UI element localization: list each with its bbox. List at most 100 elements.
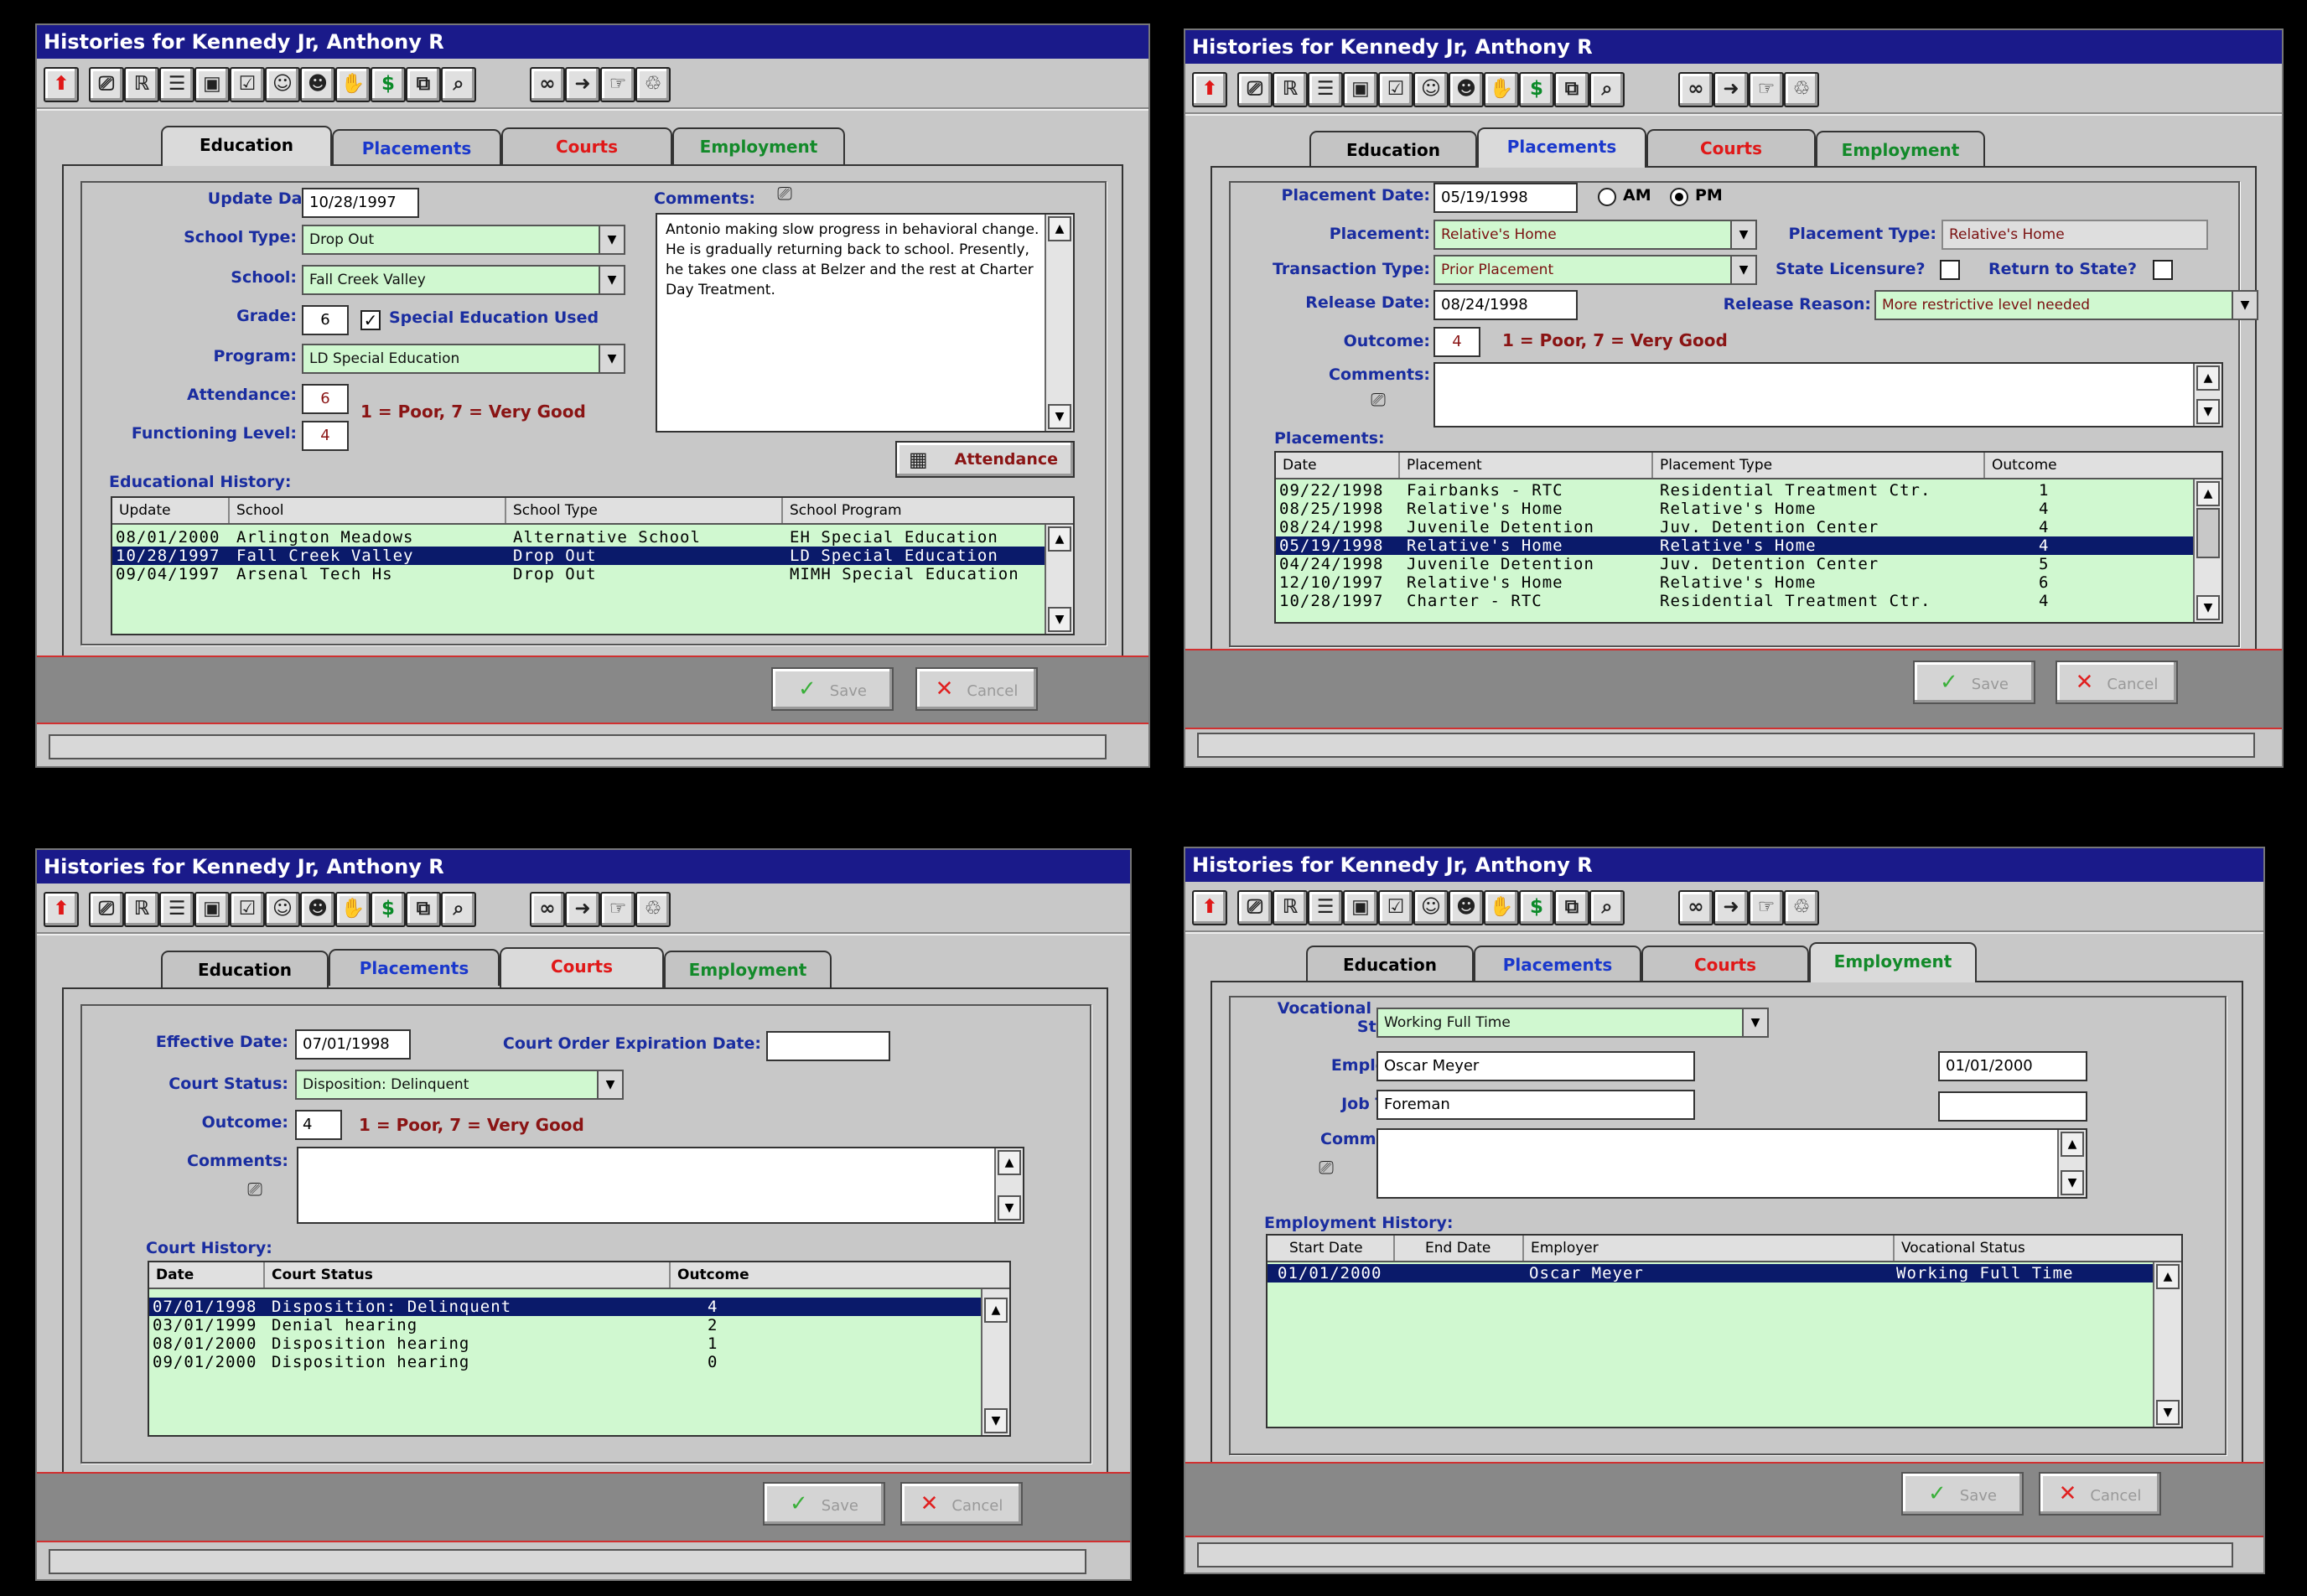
tab-courts[interactable]: Courts	[1641, 946, 1809, 982]
educational-history-table[interactable]: Update School School Type School Program…	[111, 496, 1075, 635]
scroll-down-icon[interactable]: ▼	[2196, 595, 2220, 620]
functioning-level-field[interactable]: 4	[302, 421, 349, 451]
trash-icon[interactable]: ♲	[1784, 72, 1819, 107]
tab-education[interactable]: Education	[1306, 946, 1474, 982]
page-arrow-icon[interactable]: ➜	[1713, 72, 1749, 107]
trash-icon[interactable]: ♲	[1784, 890, 1819, 925]
outcome-field[interactable]: 4	[295, 1110, 342, 1140]
table-scrollbar[interactable]: ▲ ▼	[2193, 479, 2221, 622]
table-row[interactable]: 08/24/1998 Juvenile Detention Juv. Detenti…	[1276, 518, 2193, 536]
state-licensure-checkbox[interactable]	[1940, 260, 1960, 280]
family-icon[interactable]: ☺	[265, 67, 300, 102]
handshake-icon[interactable]: ✋	[335, 67, 371, 102]
copy-icon[interactable]: ⧉	[1554, 890, 1589, 925]
column-header-outcome[interactable]: Outcome	[671, 1262, 1009, 1288]
preview-icon[interactable]: ⌕	[441, 67, 476, 102]
attendance-button[interactable]: ▦ Attendance	[895, 441, 1075, 478]
comments-scrollbar[interactable]: ▲ ▼	[1045, 215, 1073, 431]
folder-icon[interactable]: ▣	[1343, 72, 1378, 107]
save-button[interactable]: ✓ Save	[1913, 661, 2035, 704]
outcome-field[interactable]: 4	[1433, 327, 1480, 357]
tab-placements[interactable]: Placements	[1474, 946, 1641, 982]
save-button[interactable]: ✓ Save	[771, 667, 894, 711]
scroll-down-icon[interactable]: ▼	[984, 1408, 1008, 1433]
school-select[interactable]: Fall Creek Valley ▼	[302, 265, 625, 295]
users-icon[interactable]: ☻	[300, 892, 335, 927]
family-icon[interactable]: ☺	[1413, 890, 1449, 925]
dollar-icon[interactable]: $	[371, 892, 406, 927]
chevron-down-icon[interactable]: ▼	[597, 1071, 622, 1098]
scroll-down-icon[interactable]: ▼	[2156, 1400, 2180, 1425]
binoculars-icon[interactable]: ∞	[1678, 72, 1713, 107]
column-header-school[interactable]: School	[230, 498, 506, 523]
note-icon[interactable]: ⎚	[243, 1180, 267, 1202]
ir-form-icon[interactable]: ℝ	[124, 892, 159, 927]
table-row[interactable]: 09/04/1997 Arsenal Tech Hs Drop Out MIMH Sp…	[112, 565, 1045, 583]
pm-radio[interactable]	[1670, 188, 1688, 206]
start-date-field[interactable]: 01/01/2000	[1938, 1051, 2087, 1081]
scroll-down-icon[interactable]: ▼	[1048, 607, 1071, 632]
copy-icon[interactable]: ⧉	[406, 892, 441, 927]
scroll-up-icon[interactable]: ▲	[2156, 1264, 2180, 1289]
binoculars-icon[interactable]: ∞	[1678, 890, 1713, 925]
column-header-end-date[interactable]: End Date	[1395, 1236, 1524, 1261]
return-to-state-checkbox[interactable]	[2153, 260, 2173, 280]
save-button[interactable]: ✓ Save	[763, 1482, 885, 1526]
binoculars-icon[interactable]: ∞	[530, 67, 565, 102]
note-icon[interactable]: ⎚	[1237, 72, 1273, 107]
pointing-hand-icon[interactable]: ☞	[1749, 890, 1784, 925]
table-row[interactable]: 09/01/2000 Disposition hearing 0	[149, 1353, 981, 1371]
chevron-down-icon[interactable]: ▼	[1730, 256, 1755, 283]
table-scrollbar[interactable]: ▲ ▼	[2153, 1262, 2181, 1427]
table-row[interactable]: 09/22/1998 Fairbanks - RTC Residential Tre…	[1276, 481, 2193, 500]
comments-textarea[interactable]: Antonio making slow progress in behavior…	[656, 213, 1075, 433]
copy-icon[interactable]: ⧉	[406, 67, 441, 102]
page-arrow-icon[interactable]: ➜	[565, 892, 600, 927]
table-row-selected[interactable]: 07/01/1998 Disposition: Delinquent 4	[149, 1298, 981, 1316]
pointing-hand-icon[interactable]: ☞	[1749, 72, 1784, 107]
table-scrollbar[interactable]: ▲ ▼	[981, 1289, 1009, 1435]
comments-scrollbar[interactable]: ▲ ▼	[994, 1148, 1023, 1222]
transaction-type-select[interactable]: Prior Placement ▼	[1433, 255, 1757, 285]
up-arrow-icon[interactable]: ⬆	[1192, 890, 1227, 925]
table-row[interactable]: 04/24/1998 Juvenile Detention Juv. Detenti…	[1276, 555, 2193, 573]
tab-education[interactable]: Education	[161, 126, 332, 166]
list-icon[interactable]: ☰	[1308, 72, 1343, 107]
preview-icon[interactable]: ⌕	[1589, 72, 1625, 107]
comments-textarea[interactable]: ▲ ▼	[1433, 362, 2223, 428]
column-header-court-status[interactable]: Court Status	[265, 1262, 671, 1288]
pointing-hand-icon[interactable]: ☞	[600, 892, 635, 927]
cancel-button[interactable]: ✕ Cancel	[2056, 661, 2178, 704]
scroll-down-icon[interactable]: ▼	[2196, 399, 2220, 424]
column-header-placement-type[interactable]: Placement Type	[1653, 453, 1985, 478]
column-header-school-type[interactable]: School Type	[506, 498, 783, 523]
table-row[interactable]: 08/01/2000 Arlington Meadows Alternative S…	[112, 528, 1045, 547]
folder-icon[interactable]: ▣	[194, 892, 230, 927]
release-reason-select[interactable]: More restrictive level needed ▼	[1874, 290, 2258, 320]
cancel-button[interactable]: ✕ Cancel	[900, 1482, 1023, 1526]
table-row[interactable]: 12/10/1997 Relative's Home Relative's Home…	[1276, 573, 2193, 592]
binoculars-icon[interactable]: ∞	[530, 892, 565, 927]
cancel-button[interactable]: ✕ Cancel	[915, 667, 1038, 711]
tab-education[interactable]: Education	[161, 951, 329, 987]
table-row[interactable]: 03/01/1999 Denial hearing 2	[149, 1316, 981, 1334]
page-arrow-icon[interactable]: ➜	[1713, 890, 1749, 925]
family-icon[interactable]: ☺	[1413, 72, 1449, 107]
note-icon[interactable]: ⎚	[1366, 391, 1390, 412]
dollar-icon[interactable]: $	[1519, 72, 1554, 107]
scroll-up-icon[interactable]: ▲	[984, 1298, 1008, 1323]
column-header-date[interactable]: Date	[149, 1262, 265, 1288]
table-row-selected[interactable]: 10/28/1997 Fall Creek Valley Drop Out LD Sp…	[112, 547, 1045, 565]
chevron-down-icon[interactable]: ▼	[2232, 292, 2257, 319]
column-header-outcome[interactable]: Outcome	[1985, 453, 2221, 478]
checklist-icon[interactable]: ☑	[230, 67, 265, 102]
scroll-up-icon[interactable]: ▲	[2196, 365, 2220, 391]
column-header-date[interactable]: Date	[1276, 453, 1400, 478]
page-arrow-icon[interactable]: ➜	[565, 67, 600, 102]
users-icon[interactable]: ☻	[1449, 72, 1484, 107]
ir-form-icon[interactable]: ℝ	[124, 67, 159, 102]
chevron-down-icon[interactable]: ▼	[599, 267, 624, 293]
scroll-down-icon[interactable]: ▼	[1048, 404, 1071, 429]
tab-courts[interactable]: Courts	[501, 127, 672, 164]
table-row[interactable]: 10/28/1997 Charter - RTC Residential Treat…	[1276, 592, 2193, 610]
